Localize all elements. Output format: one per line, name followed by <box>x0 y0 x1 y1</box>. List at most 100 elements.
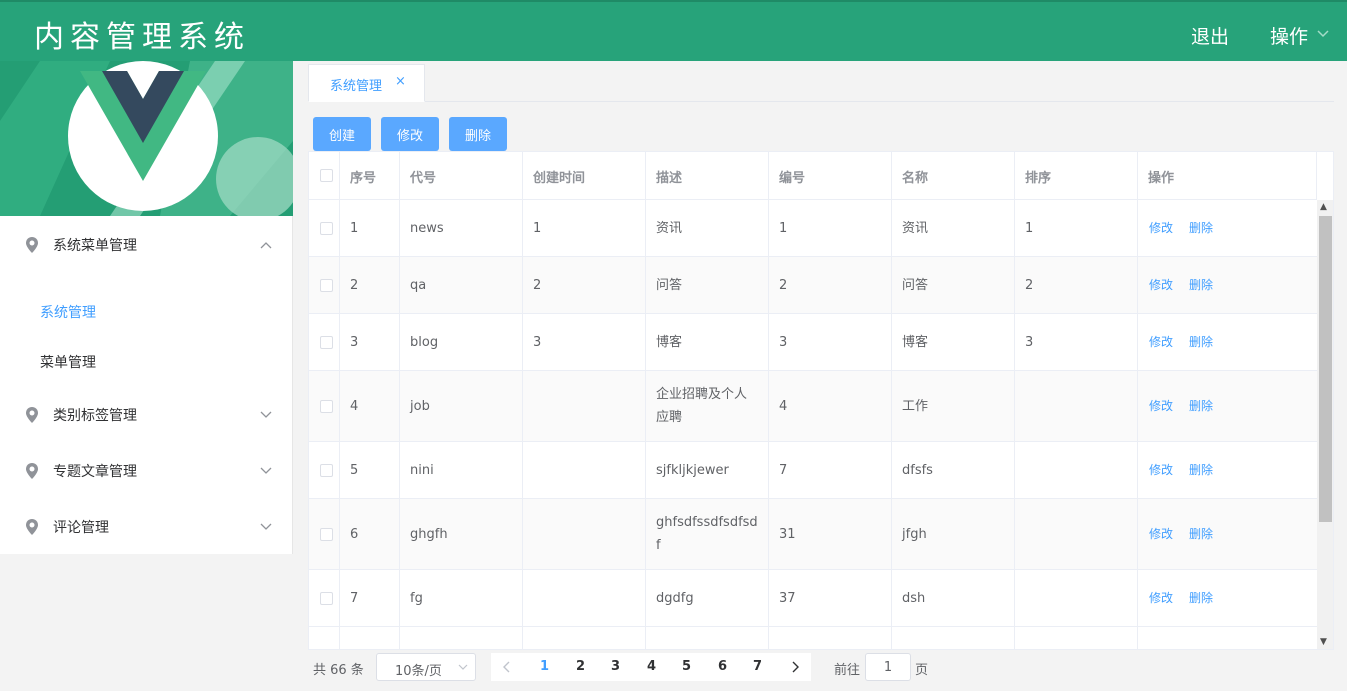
row-edit-link[interactable]: 修改 <box>1149 331 1173 354</box>
menu-label: 专题文章管理 <box>53 464 137 480</box>
row-checkbox[interactable] <box>320 528 333 541</box>
row-delete-link[interactable]: 删除 <box>1189 587 1213 610</box>
location-pin-icon <box>26 407 38 423</box>
cell-text: 1 <box>779 220 788 236</box>
col-name[interactable]: 名称 <box>892 152 1015 200</box>
table-row: 2 qa 2 问答 2 问答 2 修改 删除 <box>309 257 1317 314</box>
page-2[interactable]: 2 <box>576 659 585 674</box>
cell-no: 37 <box>769 570 892 626</box>
create-button[interactable]: 创建 <box>313 117 371 151</box>
delete-button[interactable]: 删除 <box>449 117 507 151</box>
page-3[interactable]: 3 <box>611 659 620 674</box>
scrollbar-thumb[interactable] <box>1319 216 1332 522</box>
col-desc[interactable]: 描述 <box>646 152 769 200</box>
cell-name: 工作 <box>892 371 1015 441</box>
row-delete-link[interactable]: 删除 <box>1189 523 1213 546</box>
cell-desc: dgdfg <box>646 570 769 626</box>
menu-comments[interactable]: 评论管理 <box>0 498 292 554</box>
row-delete-link[interactable]: 删除 <box>1189 395 1213 418</box>
cell-sort: 2 <box>1015 257 1138 313</box>
row-edit-link[interactable]: 修改 <box>1149 217 1173 240</box>
cell-no: 3 <box>769 314 892 370</box>
col-created[interactable]: 创建时间 <box>523 152 646 200</box>
menu-topic-articles[interactable]: 专题文章管理 <box>0 442 292 498</box>
select-all-cell <box>309 152 340 200</box>
row-checkbox[interactable] <box>320 336 333 349</box>
cell-text: jfgh <box>902 526 927 542</box>
chevron-down-icon[interactable] <box>1316 26 1330 40</box>
cell-text: dsh <box>902 590 926 606</box>
scroll-up-icon[interactable]: ▲ <box>1320 202 1327 212</box>
cell-created <box>523 371 646 441</box>
page-size-select[interactable]: 10条/页 <box>376 653 476 681</box>
col-seq[interactable]: 序号 <box>340 152 400 200</box>
cell-seq: 6 <box>340 499 400 569</box>
tab-system-management[interactable]: 系统管理 × <box>308 64 425 102</box>
page-6[interactable]: 6 <box>718 659 727 674</box>
total-count: 共 66 条 <box>313 663 364 678</box>
cell <box>400 627 523 649</box>
chevron-up-icon <box>260 242 272 249</box>
col-code[interactable]: 代号 <box>400 152 523 200</box>
cell-seq: 1 <box>340 200 400 256</box>
page-4[interactable]: 4 <box>647 659 656 674</box>
page-7[interactable]: 7 <box>753 659 762 674</box>
cell-text: 37 <box>779 590 796 606</box>
submenu-system-management[interactable]: 系统管理 <box>40 302 96 322</box>
row-checkbox[interactable] <box>320 279 333 292</box>
row-checkbox[interactable] <box>320 222 333 235</box>
col-sort[interactable]: 排序 <box>1015 152 1138 200</box>
menu-system[interactable]: 系统菜单管理 <box>0 216 292 272</box>
row-delete-link[interactable]: 删除 <box>1189 331 1213 354</box>
cell-text: 1 <box>533 220 542 236</box>
row-edit-link[interactable]: 修改 <box>1149 523 1173 546</box>
row-edit-link[interactable]: 修改 <box>1149 395 1173 418</box>
page-5[interactable]: 5 <box>682 659 691 674</box>
chevron-right-icon[interactable] <box>790 661 800 673</box>
goto-page-input[interactable]: 1 <box>865 653 911 681</box>
location-pin-icon <box>26 519 38 535</box>
cell-text: 7 <box>350 590 359 606</box>
cell-text: sjfkljkjewer <box>656 462 729 478</box>
edit-button[interactable]: 修改 <box>381 117 439 151</box>
cell-text: 2 <box>533 277 542 293</box>
chevron-left-icon[interactable] <box>502 661 512 673</box>
row-checkbox[interactable] <box>320 464 333 477</box>
cell-created <box>523 442 646 498</box>
cell-text: dgdfg <box>656 590 694 606</box>
operations-menu[interactable]: 操作 <box>1270 22 1308 49</box>
submenu-menu-management[interactable]: 菜单管理 <box>40 352 96 372</box>
scroll-down-icon[interactable]: ▼ <box>1320 637 1327 647</box>
row-edit-link[interactable]: 修改 <box>1149 274 1173 297</box>
select-all-checkbox[interactable] <box>320 169 333 182</box>
page-size-value: 10条/页 <box>395 664 442 679</box>
row-delete-link[interactable]: 删除 <box>1189 459 1213 482</box>
cell-actions: 修改 删除 <box>1138 499 1317 569</box>
location-pin-icon <box>26 237 38 253</box>
close-icon[interactable]: × <box>395 74 406 89</box>
cell-name: dfsfs <box>892 442 1015 498</box>
table-scrollbar[interactable]: ▲ ▼ <box>1317 200 1333 649</box>
menu-label: 类别标签管理 <box>53 408 137 424</box>
cell-text: 2 <box>779 277 788 293</box>
logout-link[interactable]: 退出 <box>1191 22 1229 49</box>
row-checkbox[interactable] <box>320 592 333 605</box>
col-number[interactable]: 编号 <box>769 152 892 200</box>
row-edit-link[interactable]: 修改 <box>1149 587 1173 610</box>
row-delete-link[interactable]: 删除 <box>1189 217 1213 240</box>
cell-desc: 企业招聘及个人应聘 <box>646 371 769 441</box>
row-edit-link[interactable]: 修改 <box>1149 459 1173 482</box>
cell <box>1015 627 1138 649</box>
menu-category-tags[interactable]: 类别标签管理 <box>0 386 292 442</box>
page-1[interactable]: 1 <box>540 659 549 674</box>
row-checkbox[interactable] <box>320 649 333 650</box>
row-checkbox[interactable] <box>320 400 333 413</box>
select-cell <box>309 442 340 498</box>
cell <box>769 627 892 649</box>
cell-actions: 修改 删除 <box>1138 314 1317 370</box>
cell-text: 企业招聘及个人应聘 <box>656 387 748 425</box>
cell-created <box>523 570 646 626</box>
cell-text: 博客 <box>656 334 683 350</box>
row-delete-link[interactable]: 删除 <box>1189 274 1213 297</box>
select-cell <box>309 200 340 256</box>
